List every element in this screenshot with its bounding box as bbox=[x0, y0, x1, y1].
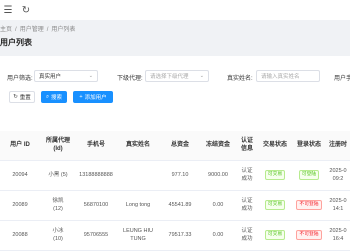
cell-agent: 徐凯 (12) bbox=[40, 190, 76, 221]
breadcrumb-current: 用户列表 bbox=[51, 27, 76, 33]
cell-reg: 2025-0 14:1 bbox=[326, 190, 350, 221]
cell-total: 977.10 bbox=[160, 160, 200, 191]
table-row[interactable]: 20088 小冰 (10) 95706555 LEUNG HIU TUNG 79… bbox=[0, 220, 350, 251]
cell-auth: 认证 成功 bbox=[236, 220, 258, 251]
login-status-badge[interactable]: 不可登陆 bbox=[296, 230, 322, 240]
cell-auth: 认证 成功 bbox=[236, 160, 258, 191]
cell-phone: 95706555 bbox=[76, 220, 116, 251]
trade-status-badge[interactable]: 可交易 bbox=[264, 200, 286, 210]
col-real-name: 真实姓名 bbox=[116, 131, 160, 161]
cell-agent: 小黑 (5) bbox=[40, 160, 76, 191]
cell-id: 20088 bbox=[0, 220, 40, 251]
col-agent: 所属代理 (Id) bbox=[40, 131, 76, 161]
real-name-placeholder: 请输入真实姓名 bbox=[261, 74, 300, 80]
col-auth: 认证 信息 bbox=[236, 131, 258, 161]
cell-frozen: 9000.00 bbox=[200, 160, 236, 191]
col-user-id: 用户 ID bbox=[0, 131, 40, 161]
cell-frozen: 0.00 bbox=[200, 190, 236, 221]
breadcrumb-user-management[interactable]: 用户管理 bbox=[20, 27, 44, 33]
col-frozen-funds: 冻结资金 bbox=[200, 131, 236, 161]
cell-agent: 小冰 (10) bbox=[40, 220, 76, 251]
refresh-icon[interactable]: ↻ bbox=[21, 5, 31, 16]
cell-reg: 2025-0 09:2 bbox=[326, 160, 350, 191]
col-trade-status: 交易状态 bbox=[258, 131, 292, 161]
cell-login: 不可登陆 bbox=[292, 190, 326, 221]
breadcrumb-separator: / bbox=[46, 27, 49, 33]
cell-trade: 可交易 bbox=[258, 160, 292, 191]
table-row[interactable]: 20089 徐凯 (12) 56870100 Long tong 45541.8… bbox=[0, 190, 350, 221]
search-label: 搜索 bbox=[51, 95, 63, 101]
cell-login: 不可登陆 bbox=[292, 220, 326, 251]
cell-name: Long tong bbox=[116, 190, 160, 221]
col-phone: 手机号 bbox=[76, 131, 116, 161]
table-row[interactable]: 20094 小黑 (5) 13188888888 977.10 9000.00 … bbox=[0, 160, 350, 191]
cell-total: 45541.89 bbox=[160, 190, 200, 221]
cell-trade: 可交易 bbox=[258, 190, 292, 221]
real-name-label: 真实姓名: bbox=[227, 76, 253, 82]
trade-status-badge[interactable]: 可交易 bbox=[264, 170, 286, 180]
user-filter-value: 真实用户 bbox=[39, 74, 62, 80]
search-icon: ⌕ bbox=[45, 93, 50, 100]
cell-trade: 可交易 bbox=[258, 220, 292, 251]
breadcrumb-separator: / bbox=[15, 27, 17, 33]
cell-phone: 56870100 bbox=[76, 190, 116, 221]
user-filter-label: 用户筛选: bbox=[7, 76, 33, 82]
trade-status-badge[interactable]: 可交易 bbox=[264, 230, 286, 240]
login-status-badge[interactable]: 不可登陆 bbox=[296, 200, 322, 210]
reset-label: 重置 bbox=[19, 95, 31, 101]
cell-login: 可登陆 bbox=[292, 160, 326, 191]
col-total-funds: 总资金 bbox=[160, 131, 200, 161]
agent-placeholder: 请选择下级代理 bbox=[150, 74, 189, 80]
breadcrumb: 主页 / 用户管理 / 用户列表 bbox=[0, 24, 78, 33]
cell-id: 20094 bbox=[0, 160, 40, 191]
menu-toggle-icon[interactable]: ☰ bbox=[3, 5, 13, 16]
user-filter-select[interactable]: 真实用户 ⌄ bbox=[34, 70, 98, 82]
table-header-row: 用户 ID 所属代理 (Id) 手机号 真实姓名 总资金 冻结资金 认证 信息 … bbox=[0, 131, 350, 161]
chevron-down-icon: ⌄ bbox=[88, 73, 93, 79]
search-button[interactable]: ⌕ 搜索 bbox=[41, 91, 67, 103]
chevron-down-icon: ⌄ bbox=[199, 73, 204, 79]
top-bar: ☰ ↻ bbox=[0, 0, 350, 20]
cell-reg: 2025-0 16:4 bbox=[326, 220, 350, 251]
user-phone-label: 用户手 bbox=[334, 76, 350, 82]
cell-name: LEUNG HIU TUNG bbox=[116, 220, 160, 251]
col-login-status: 登录状态 bbox=[292, 131, 326, 161]
cell-frozen: 0.00 bbox=[200, 220, 236, 251]
plus-icon: + bbox=[79, 94, 83, 100]
agent-label: 下级代理: bbox=[117, 76, 143, 82]
user-table: 用户 ID 所属代理 (Id) 手机号 真实姓名 总资金 冻结资金 认证 信息 … bbox=[0, 131, 350, 251]
reset-button[interactable]: ↻ 重置 bbox=[9, 91, 35, 103]
reset-icon: ↻ bbox=[13, 94, 18, 100]
page-title: 用户列表 bbox=[0, 38, 32, 47]
agent-select[interactable]: 请选择下级代理 ⌄ bbox=[145, 70, 209, 82]
cell-auth: 认证 成功 bbox=[236, 190, 258, 221]
real-name-input[interactable]: 请输入真实姓名 bbox=[256, 70, 320, 82]
cell-total: 79517.33 bbox=[160, 220, 200, 251]
cell-phone: 13188888888 bbox=[76, 160, 116, 191]
add-user-button[interactable]: + 添加用户 bbox=[73, 91, 113, 103]
content-card: 用户筛选: 真实用户 ⌄ 下级代理: 请选择下级代理 ⌄ 真实姓名: 请输入真实… bbox=[0, 56, 350, 251]
col-register-time: 注册时 bbox=[326, 131, 350, 161]
cell-id: 20089 bbox=[0, 190, 40, 221]
add-user-label: 添加用户 bbox=[84, 95, 107, 101]
login-status-badge[interactable]: 可登陆 bbox=[298, 170, 320, 180]
cell-name bbox=[116, 160, 160, 191]
breadcrumb-home[interactable]: 主页 bbox=[0, 27, 12, 33]
